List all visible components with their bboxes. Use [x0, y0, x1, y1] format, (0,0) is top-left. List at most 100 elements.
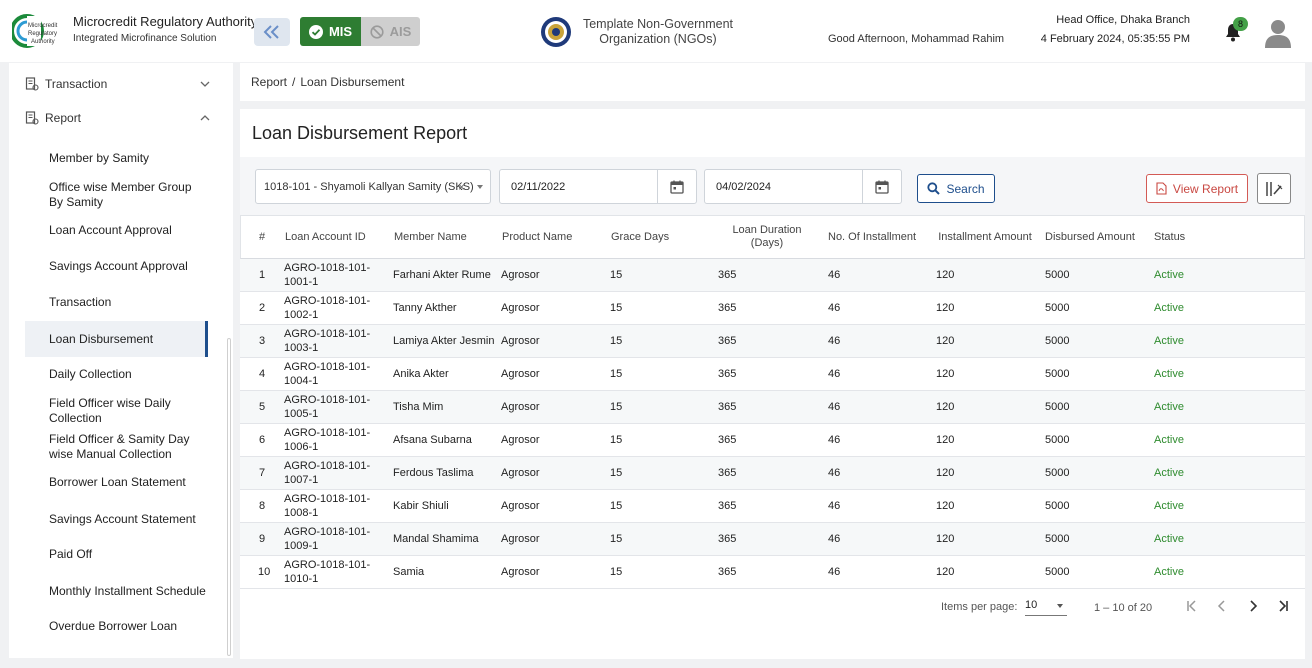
- column-header[interactable]: Member Name: [394, 216, 467, 258]
- last-page-button[interactable]: [1273, 596, 1293, 616]
- first-page-icon: [1187, 600, 1196, 612]
- table-header: # Loan Account ID Member Name Product Na…: [240, 215, 1305, 259]
- sidebar-item-overdue-borrower-loan[interactable]: Overdue Borrower Loan: [25, 611, 208, 641]
- status-badge: Active: [1154, 467, 1184, 479]
- cell-product-name: Agrosor: [501, 401, 540, 413]
- column-header[interactable]: Loan Duration (Days): [719, 216, 815, 258]
- breadcrumb-report[interactable]: Report: [251, 75, 287, 89]
- avatar[interactable]: [1264, 18, 1292, 48]
- cell-product-name: Agrosor: [501, 500, 540, 512]
- cell-member-name: Mandal Shamima: [393, 533, 479, 545]
- status-badge: Active: [1154, 335, 1184, 347]
- sidebar-item-office-wise-member-group[interactable]: Office wise Member Group By Samity: [25, 177, 208, 213]
- sidebar-item-savings-account-approval[interactable]: Savings Account Approval: [25, 251, 208, 281]
- table-row[interactable]: 6 AGRO-1018-101-1006-1 Afsana Subarna Ag…: [240, 424, 1305, 457]
- sidebar-item-member-by-samity[interactable]: Member by Samity: [25, 143, 208, 173]
- table-row[interactable]: 1 AGRO-1018-101-1001-1 Farhani Akter Rum…: [240, 259, 1305, 292]
- calendar-button[interactable]: [862, 170, 901, 203]
- sidebar-item-paid-off[interactable]: Paid Off: [25, 539, 208, 569]
- calendar-button[interactable]: [657, 170, 696, 203]
- cell-installment-amount: 120: [936, 500, 955, 512]
- notification-badge: 8: [1233, 17, 1248, 31]
- cell-loan-duration: 365: [718, 566, 737, 578]
- to-date-field[interactable]: 04/02/2024: [704, 169, 902, 204]
- cell-disbursed-amount: 5000: [1045, 335, 1070, 347]
- cell-product-name: Agrosor: [501, 566, 540, 578]
- sidebar-item-report[interactable]: Report: [9, 101, 223, 135]
- column-header[interactable]: Status: [1154, 216, 1185, 258]
- samity-select[interactable]: 1018-101 - Shyamoli Kallyan Samity (SKS)…: [255, 169, 491, 204]
- column-header[interactable]: Grace Days: [611, 216, 669, 258]
- cell-index: 1: [259, 269, 266, 281]
- clear-icon[interactable]: ×: [458, 180, 465, 194]
- breadcrumb: Report / Loan Disbursement: [240, 63, 1305, 101]
- column-header[interactable]: Disbursed Amount: [1045, 216, 1135, 258]
- cell-product-name: Agrosor: [501, 335, 540, 347]
- cell-loan-duration: 365: [718, 533, 737, 545]
- column-header[interactable]: Installment Amount: [937, 216, 1033, 258]
- column-header[interactable]: No. Of Installment: [828, 216, 916, 258]
- cell-grace-days: 15: [610, 269, 623, 281]
- from-date-field[interactable]: 02/11/2022: [499, 169, 697, 204]
- table-row[interactable]: 5 AGRO-1018-101-1005-1 Tisha Mim Agrosor…: [240, 391, 1305, 424]
- first-page-button[interactable]: [1182, 596, 1202, 616]
- status-badge: Active: [1154, 566, 1184, 578]
- cell-member-name: Ferdous Taslima: [393, 467, 474, 479]
- cell-installments: 46: [828, 335, 841, 347]
- page-range-label: 1 – 10 of 20: [1094, 602, 1153, 614]
- page-title: Loan Disbursement Report: [252, 123, 468, 143]
- table-row[interactable]: 7 AGRO-1018-101-1007-1 Ferdous Taslima A…: [240, 457, 1305, 490]
- chevron-down-icon: [200, 81, 210, 87]
- status-badge: Active: [1154, 401, 1184, 413]
- sidebar-item-field-officer-daily-collection[interactable]: Field Officer wise Daily Collection: [25, 393, 208, 429]
- view-report-label: View Report: [1172, 181, 1239, 196]
- cell-disbursed-amount: 5000: [1045, 500, 1070, 512]
- cell-installments: 46: [828, 467, 841, 479]
- next-page-button[interactable]: [1243, 596, 1263, 616]
- column-settings-button[interactable]: [1257, 173, 1291, 204]
- cell-index: 5: [259, 401, 266, 413]
- cell-installments: 46: [828, 500, 841, 512]
- sidebar-item-transaction[interactable]: Transaction: [9, 67, 223, 101]
- cell-installment-amount: 120: [936, 566, 955, 578]
- branch-name: Head Office, Dhaka Branch: [1056, 14, 1190, 26]
- cell-grace-days: 15: [610, 335, 623, 347]
- table-row[interactable]: 4 AGRO-1018-101-1004-1 Anika Akter Agros…: [240, 358, 1305, 391]
- sidebar-item-daily-collection[interactable]: Daily Collection: [25, 359, 208, 389]
- logo-text-3: Authority: [31, 39, 55, 45]
- sidebar-item-field-officer-samity-manual-collection[interactable]: Field Officer & Samity Day wise Manual C…: [25, 429, 208, 465]
- cell-member-name: Tanny Akther: [393, 302, 457, 314]
- chevron-right-icon: [1250, 600, 1258, 612]
- sidebar-item-loan-account-approval[interactable]: Loan Account Approval: [25, 215, 208, 245]
- table-row[interactable]: 9 AGRO-1018-101-1009-1 Mandal Shamima Ag…: [240, 523, 1305, 556]
- org-subtitle: Integrated Microfinance Solution: [73, 33, 217, 44]
- mis-toggle-button[interactable]: MIS: [300, 17, 361, 46]
- sidebar-item-loan-disbursement[interactable]: Loan Disbursement: [25, 321, 208, 357]
- cell-installments: 46: [828, 302, 841, 314]
- sidebar-item-savings-account-statement[interactable]: Savings Account Statement: [25, 501, 208, 537]
- column-header[interactable]: Loan Account ID: [285, 216, 366, 258]
- sidebar-item-monthly-installment-schedule[interactable]: Monthly Installment Schedule: [25, 573, 208, 609]
- pdf-file-icon: [1156, 182, 1167, 195]
- report-icon: [25, 111, 39, 125]
- cell-member-name: Lamiya Akter Jesmin: [393, 335, 495, 347]
- sidebar-item-transaction-report[interactable]: Transaction: [25, 287, 208, 317]
- table-row[interactable]: 10 AGRO-1018-101-1010-1 Samia Agrosor 15…: [240, 556, 1305, 589]
- table-row[interactable]: 3 AGRO-1018-101-1003-1 Lamiya Akter Jesm…: [240, 325, 1305, 358]
- cell-index: 8: [259, 500, 266, 512]
- view-report-button[interactable]: View Report: [1146, 174, 1248, 203]
- previous-page-button[interactable]: [1212, 596, 1232, 616]
- sidebar-scrollbar[interactable]: [227, 338, 231, 656]
- column-header[interactable]: Product Name: [502, 216, 572, 258]
- search-button[interactable]: Search: [917, 174, 995, 203]
- ais-toggle-button[interactable]: AIS: [361, 17, 420, 46]
- table-row[interactable]: 2 AGRO-1018-101-1002-1 Tanny Akther Agro…: [240, 292, 1305, 325]
- collapse-sidebar-button[interactable]: [254, 18, 290, 46]
- column-header[interactable]: #: [259, 216, 265, 258]
- status-badge: Active: [1154, 434, 1184, 446]
- cell-grace-days: 15: [610, 566, 623, 578]
- sidebar-item-borrower-loan-statement[interactable]: Borrower Loan Statement: [25, 467, 208, 497]
- table-row[interactable]: 8 AGRO-1018-101-1008-1 Kabir Shiuli Agro…: [240, 490, 1305, 523]
- cell-member-name: Anika Akter: [393, 368, 449, 380]
- cell-index: 7: [259, 467, 266, 479]
